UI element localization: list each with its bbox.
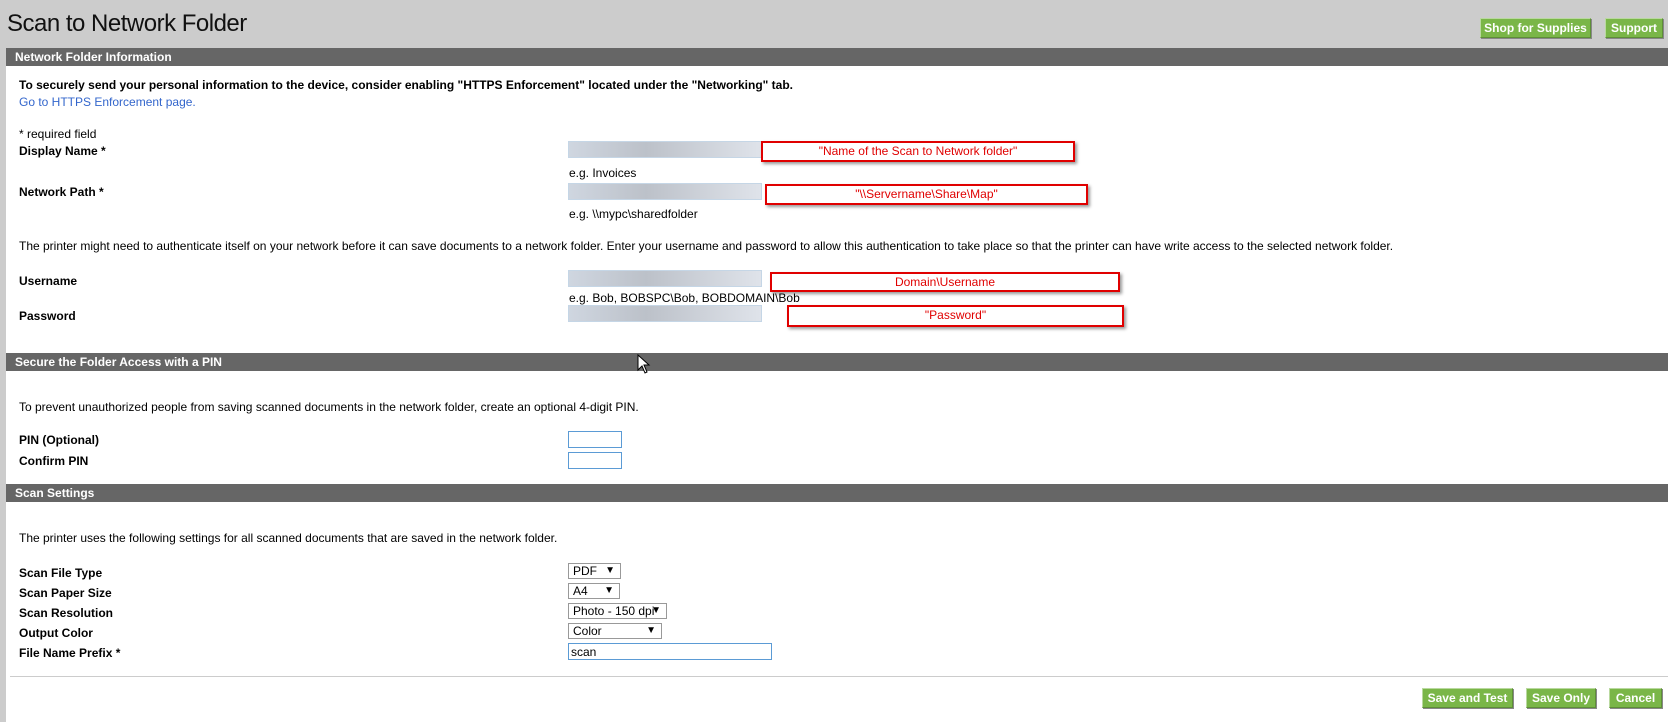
display-name-hint: e.g. Invoices	[569, 166, 637, 180]
confirm-pin-input[interactable]	[568, 452, 622, 469]
network-path-annotation: "\\Servername\Share\Map"	[765, 184, 1088, 205]
section-header-network-folder: Network Folder Information	[6, 48, 1668, 66]
password-input[interactable]	[568, 305, 762, 322]
scan-file-type-label: Scan File Type	[19, 566, 103, 580]
username-label: Username	[19, 274, 78, 288]
cancel-button[interactable]: Cancel	[1609, 688, 1662, 708]
scan-paper-size-label: Scan Paper Size	[19, 586, 112, 600]
auth-description: The printer might need to authenticate i…	[19, 239, 1394, 253]
support-button[interactable]: Support	[1605, 18, 1663, 38]
display-name-label: Display Name *	[19, 144, 106, 158]
shop-for-supplies-button[interactable]: Shop for Supplies	[1480, 18, 1591, 38]
username-hint: e.g. Bob, BOBSPC\Bob, BOBDOMAIN\Bob	[569, 291, 800, 305]
divider	[10, 676, 1668, 677]
save-only-button[interactable]: Save Only	[1526, 688, 1596, 708]
scan-resolution-select[interactable]: Photo - 150 dpi ▼	[568, 603, 667, 619]
pin-label: PIN (Optional)	[19, 433, 99, 447]
file-name-prefix-input[interactable]	[568, 643, 772, 660]
https-enforcement-link[interactable]: Go to HTTPS Enforcement page.	[19, 95, 196, 109]
scan-resolution-value: Photo - 150 dpi	[573, 604, 655, 618]
scan-resolution-label: Scan Resolution	[19, 606, 114, 620]
username-annotation: Domain\Username	[770, 272, 1120, 292]
pin-input[interactable]	[568, 431, 622, 448]
username-input[interactable]	[568, 270, 762, 287]
dropdown-arrow-icon: ▼	[651, 605, 661, 616]
display-name-annotation: "Name of the Scan to Network folder"	[761, 141, 1075, 162]
dropdown-arrow-icon: ▼	[604, 585, 614, 596]
output-color-value: Color	[573, 624, 602, 638]
page-title: Scan to Network Folder	[7, 10, 247, 37]
pin-description: To prevent unauthorized people from savi…	[19, 400, 639, 414]
mouse-cursor-icon	[637, 353, 651, 377]
password-label: Password	[19, 309, 76, 323]
password-annotation: "Password"	[787, 305, 1124, 327]
dropdown-arrow-icon: ▼	[646, 625, 656, 636]
required-field-note: * required field	[19, 127, 97, 141]
scan-settings-description: The printer uses the following settings …	[19, 531, 558, 545]
save-and-test-button[interactable]: Save and Test	[1422, 688, 1513, 708]
output-color-select[interactable]: Color ▼	[568, 623, 662, 639]
output-color-label: Output Color	[19, 626, 93, 640]
scan-file-type-value: PDF	[573, 564, 597, 578]
confirm-pin-label: Confirm PIN	[19, 454, 89, 468]
scan-paper-size-select[interactable]: A4 ▼	[568, 583, 620, 599]
file-name-prefix-label: File Name Prefix *	[19, 646, 121, 660]
section-header-pin: Secure the Folder Access with a PIN	[6, 353, 1668, 371]
network-path-label: Network Path *	[19, 185, 104, 199]
scan-paper-size-value: A4	[573, 584, 588, 598]
network-path-input[interactable]	[568, 183, 762, 200]
display-name-input[interactable]	[568, 141, 762, 158]
network-path-hint: e.g. \\mypc\sharedfolder	[569, 207, 698, 221]
section-header-scan-settings: Scan Settings	[6, 484, 1668, 502]
scan-file-type-select[interactable]: PDF ▼	[568, 563, 621, 579]
dropdown-arrow-icon: ▼	[605, 565, 615, 576]
https-notice: To securely send your personal informati…	[19, 78, 793, 92]
